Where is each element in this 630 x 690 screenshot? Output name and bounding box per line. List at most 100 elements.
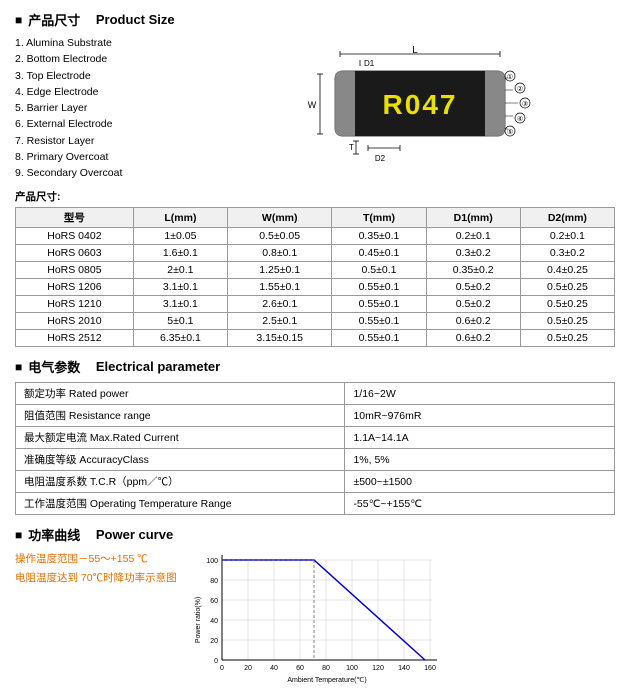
svg-text:140: 140 [398, 665, 410, 672]
list-item: 4. Edge Electrode [15, 84, 175, 100]
electrical-title-zh: 电气参数 [28, 357, 80, 376]
param-label: 最大额定电流 Max.Rated Current [16, 427, 345, 449]
svg-text:L: L [412, 46, 418, 56]
svg-text:0: 0 [220, 665, 224, 672]
param-value: 1%, 5% [345, 449, 615, 471]
table-cell: HoRS 0805 [16, 262, 134, 279]
list-item: 3. Top Electrode [15, 68, 175, 84]
table-cell: 0.6±0.2 [426, 330, 520, 347]
table-cell: 0.55±0.1 [332, 296, 426, 313]
table-cell: 1±0.05 [133, 228, 227, 245]
svg-text:D1: D1 [364, 59, 375, 68]
electrical-section: 电气参数 Electrical parameter 额定功率 Rated pow… [15, 357, 615, 515]
table-row: HoRS 04021±0.050.5±0.050.35±0.10.2±0.10.… [16, 228, 615, 245]
table-row: HoRS 06031.6±0.10.8±0.10.45±0.10.3±0.20.… [16, 245, 615, 262]
list-item: 2. Bottom Electrode [15, 51, 175, 67]
table-cell: 0.5±0.25 [520, 313, 614, 330]
power-curve-text1: 操作温度范围－55～+155 ℃ [15, 550, 177, 569]
col-header-w: W(mm) [228, 208, 332, 228]
param-value: -55℃~+155℃ [345, 493, 615, 515]
svg-text:20: 20 [210, 638, 218, 645]
product-size-section: 产品尺寸 Product Size 1. Alumina Substrate 2… [15, 10, 615, 347]
power-curve-inner: 操作温度范围－55～+155 ℃ 电阻温度达到 70℃时降功率示意图 [15, 550, 615, 680]
power-curve-title: 功率曲线 Power curve [15, 525, 615, 544]
resistor-diagram-svg: L D1 R047 W [260, 46, 540, 171]
table-row: HoRS 25126.35±0.13.15±0.150.55±0.10.6±0.… [16, 330, 615, 347]
table-cell: HoRS 0402 [16, 228, 134, 245]
table-cell: 0.5±0.1 [332, 262, 426, 279]
table-cell: 1.6±0.1 [133, 245, 227, 262]
svg-text:20: 20 [244, 665, 252, 672]
table-cell: HoRS 1210 [16, 296, 134, 313]
table-cell: 0.5±0.25 [520, 330, 614, 347]
svg-text:③: ③ [522, 100, 528, 108]
svg-text:④: ④ [517, 115, 523, 123]
table-cell: HoRS 2512 [16, 330, 134, 347]
table-cell: 0.55±0.1 [332, 313, 426, 330]
param-row: 电阻温度系数 T.C.R（ppm／℃）±500~±1500 [16, 471, 615, 493]
table-cell: HoRS 2010 [16, 313, 134, 330]
svg-text:Power ratio(%): Power ratio(%) [195, 597, 202, 643]
param-value: 1/16~2W [345, 383, 615, 405]
param-label: 电阻温度系数 T.C.R（ppm／℃） [16, 471, 345, 493]
svg-text:②: ② [517, 85, 523, 93]
table-cell: 0.3±0.2 [520, 245, 614, 262]
table-cell: 0.45±0.1 [332, 245, 426, 262]
col-header-model: 型号 [16, 208, 134, 228]
svg-text:80: 80 [322, 665, 330, 672]
table-cell: 1.25±0.1 [228, 262, 332, 279]
table-row: HoRS 12103.1±0.12.6±0.10.55±0.10.5±0.20.… [16, 296, 615, 313]
table-cell: 0.5±0.25 [520, 279, 614, 296]
table-cell: 0.8±0.1 [228, 245, 332, 262]
param-label: 额定功率 Rated power [16, 383, 345, 405]
table-cell: 5±0.1 [133, 313, 227, 330]
svg-text:100: 100 [206, 558, 218, 565]
table-cell: 1.55±0.1 [228, 279, 332, 296]
list-item: 8. Primary Overcoat [15, 149, 175, 165]
table-cell: 0.35±0.1 [332, 228, 426, 245]
svg-text:100: 100 [346, 665, 358, 672]
electrical-title: 电气参数 Electrical parameter [15, 357, 615, 376]
table-cell: 0.55±0.1 [332, 279, 426, 296]
table-cell: 2.6±0.1 [228, 296, 332, 313]
power-curve-title-zh: 功率曲线 [28, 525, 80, 544]
table-cell: 2±0.1 [133, 262, 227, 279]
power-curve-svg: 100 80 60 40 20 0 0 20 40 60 80 100 120 … [192, 550, 452, 685]
table-cell: 0.6±0.2 [426, 313, 520, 330]
table-cell: 0.5±0.05 [228, 228, 332, 245]
table-cell: 3.1±0.1 [133, 296, 227, 313]
power-curve-text: 操作温度范围－55～+155 ℃ 电阻温度达到 70℃时降功率示意图 [15, 550, 177, 588]
product-size-title: 产品尺寸 Product Size [15, 10, 615, 29]
list-item: 1. Alumina Substrate [15, 35, 175, 51]
col-header-d2: D2(mm) [520, 208, 614, 228]
param-label: 工作温度范围 Operating Temperature Range [16, 493, 345, 515]
svg-text:W: W [308, 100, 317, 110]
electrical-title-en: Electrical parameter [96, 359, 220, 374]
product-size-table: 型号 L(mm) W(mm) T(mm) D1(mm) D2(mm) HoRS … [15, 207, 615, 347]
table-cell: 2.5±0.1 [228, 313, 332, 330]
col-header-l: L(mm) [133, 208, 227, 228]
svg-text:80: 80 [210, 578, 218, 585]
param-value: 10mR~976mR [345, 405, 615, 427]
table-cell: 0.5±0.2 [426, 296, 520, 313]
product-size-inner: 1. Alumina Substrate 2. Bottom Electrode… [15, 35, 615, 181]
component-list: 1. Alumina Substrate 2. Bottom Electrode… [15, 35, 175, 181]
list-item: 7. Resistor Layer [15, 133, 175, 149]
param-row: 准确度等级 AccuracyClass1%, 5% [16, 449, 615, 471]
table-cell: HoRS 1206 [16, 279, 134, 296]
param-value: 1.1A~14.1A [345, 427, 615, 449]
power-curve-chart: 100 80 60 40 20 0 0 20 40 60 80 100 120 … [192, 550, 452, 680]
table-cell: 0.55±0.1 [332, 330, 426, 347]
list-item: 5. Barrier Layer [15, 100, 175, 116]
table-cell: HoRS 0603 [16, 245, 134, 262]
param-row: 工作温度范围 Operating Temperature Range-55℃~+… [16, 493, 615, 515]
resistor-diagram-area: L D1 R047 W [185, 35, 615, 181]
svg-text:T: T [349, 143, 354, 152]
table-cell: 0.5±0.25 [520, 296, 614, 313]
col-header-t: T(mm) [332, 208, 426, 228]
col-header-d1: D1(mm) [426, 208, 520, 228]
list-item: 6. External Electrode [15, 116, 175, 132]
table-cell: 0.5±0.2 [426, 279, 520, 296]
svg-text:D2: D2 [375, 154, 386, 163]
table-cell: 0.4±0.25 [520, 262, 614, 279]
